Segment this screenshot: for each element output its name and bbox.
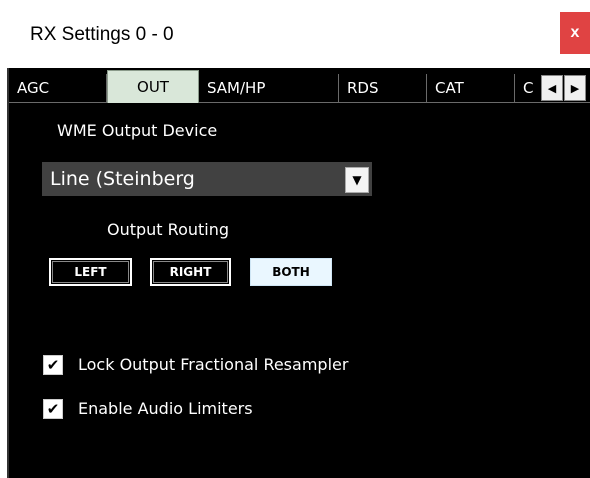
route-left-label: LEFT — [74, 265, 107, 279]
tab-sam-hp[interactable]: SAM/HP — [199, 74, 339, 102]
tab-scroll-right-button[interactable]: ▶ — [564, 75, 586, 101]
tab-label: RDS — [347, 79, 379, 97]
tab-out[interactable]: OUT — [107, 70, 199, 103]
route-both-button[interactable]: BOTH — [250, 258, 332, 286]
dropdown-arrow-button[interactable]: ▼ — [345, 167, 369, 193]
enable-limiters-checkbox[interactable]: ✔ — [43, 399, 63, 419]
tab-label: AGC — [17, 79, 50, 97]
tab-scroll-controls: ◀ ▶ — [538, 75, 590, 101]
tab-label: OUT — [137, 78, 169, 96]
output-device-value: Line (Steinberg — [50, 168, 195, 190]
close-button[interactable]: x — [560, 12, 590, 54]
route-both-label: BOTH — [272, 265, 310, 279]
tab-label: C — [523, 79, 534, 97]
settings-panel: AGC OUT SAM/HP RDS CAT C ◀ ▶ WME Output … — [7, 68, 590, 478]
lock-resampler-label[interactable]: Lock Output Fractional Resampler — [78, 355, 348, 374]
tab-agc[interactable]: AGC — [9, 74, 107, 102]
tab-label: SAM/HP — [207, 79, 266, 97]
lock-resampler-checkbox[interactable]: ✔ — [43, 355, 63, 375]
output-device-label: WME Output Device — [57, 121, 218, 140]
chevron-right-icon: ▶ — [570, 81, 580, 95]
enable-limiters-label[interactable]: Enable Audio Limiters — [78, 399, 253, 418]
tab-rds[interactable]: RDS — [339, 74, 427, 102]
tab-label: CAT — [435, 79, 464, 97]
output-device-select[interactable]: Line (Steinberg ▼ — [42, 162, 372, 196]
route-right-label: RIGHT — [169, 265, 212, 279]
window-title: RX Settings 0 - 0 — [30, 24, 174, 45]
checkmark-icon: ✔ — [46, 355, 60, 374]
chevron-left-icon: ◀ — [547, 81, 557, 95]
output-routing-label: Output Routing — [107, 220, 230, 239]
close-icon: x — [570, 24, 580, 41]
tab-strip: AGC OUT SAM/HP RDS CAT C ◀ ▶ — [9, 68, 590, 103]
tab-cat[interactable]: CAT — [427, 74, 515, 102]
tab-scroll-left-button[interactable]: ◀ — [541, 75, 563, 101]
title-bar[interactable]: RX Settings 0 - 0 x — [0, 0, 590, 68]
route-right-button[interactable]: RIGHT — [150, 258, 231, 286]
checkmark-icon: ✔ — [46, 399, 60, 418]
chevron-down-icon: ▼ — [352, 173, 362, 187]
route-left-button[interactable]: LEFT — [49, 258, 132, 286]
